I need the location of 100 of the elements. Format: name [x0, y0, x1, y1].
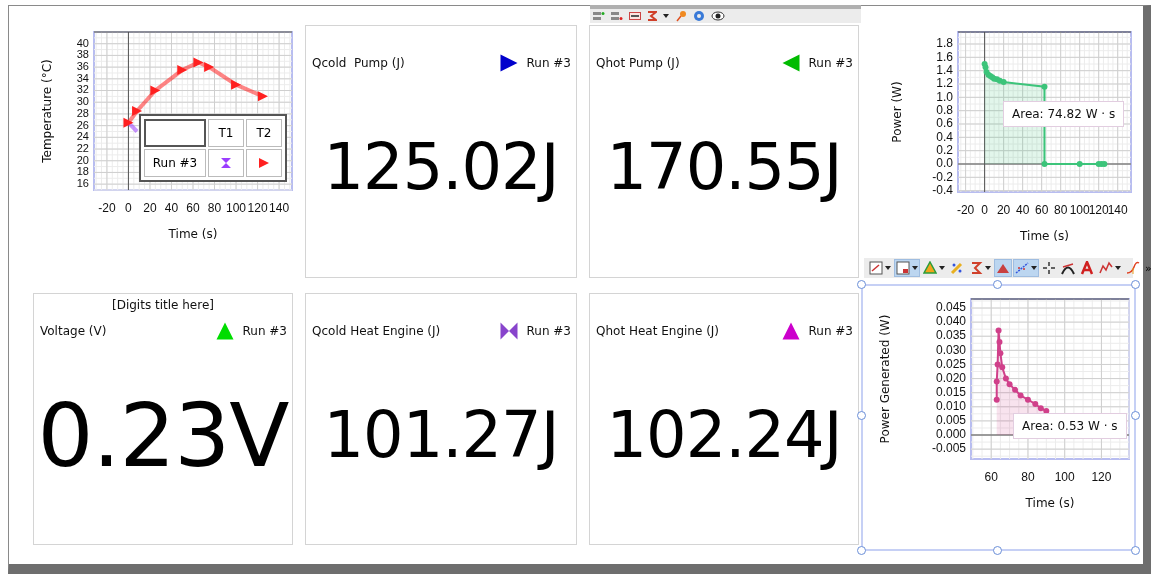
y-tick-label: 20 [76, 153, 89, 166]
legend-header-cell [144, 119, 206, 147]
y-tick-label: -0.005 [931, 441, 966, 456]
x-axis-label: Time (s) [1020, 229, 1069, 243]
y-tick-label: 0.2 [936, 142, 953, 157]
y-tick-label: 1.6 [936, 49, 953, 64]
scatter-icon [1099, 261, 1113, 275]
toolbar-button[interactable] [867, 259, 893, 277]
y-tick-label: 0.025 [935, 356, 966, 371]
caret-icon [939, 266, 945, 270]
y-tick-label: 0.010 [935, 398, 966, 413]
caret-icon [885, 266, 891, 270]
meter-icon[interactable] [593, 11, 605, 21]
overflow-button[interactable]: » [1143, 262, 1151, 274]
x-tick-label: 140 [1107, 203, 1128, 217]
pin-icon[interactable] [675, 10, 687, 22]
digits-value: 102.24J [606, 403, 842, 468]
caret-icon [663, 14, 669, 18]
x-tick-label: 100 [1054, 470, 1075, 484]
x-tick-label: 80 [1021, 470, 1035, 484]
y-tick-label: 36 [76, 60, 89, 72]
resize-handle[interactable] [1131, 280, 1140, 289]
x-tick-label: 0 [981, 203, 988, 217]
x-tick-label: -20 [98, 201, 116, 215]
toolbar-button[interactable] [1013, 259, 1039, 277]
y-tick-label: 18 [76, 165, 89, 178]
run-label: Run #3 [242, 323, 287, 340]
digits-label: Qhot Heat Engine (J) [596, 323, 720, 340]
digits-title: [Digits title here] [112, 297, 214, 314]
toolbar-button[interactable] [894, 259, 920, 277]
y-tick-label: 0.005 [935, 413, 966, 428]
legend-series-name: T2 [246, 119, 282, 147]
y-axis-label: Temperature (°C) [39, 59, 54, 163]
sigma-icon[interactable] [647, 11, 657, 21]
resize-handle[interactable] [857, 411, 866, 420]
y-tick-label: 0.4 [936, 129, 953, 144]
x-tick-label: 40 [164, 201, 179, 215]
resize-handle[interactable] [857, 280, 866, 289]
y-tick-label: 24 [76, 130, 89, 143]
resize-handle[interactable] [993, 280, 1002, 289]
toolbar-button[interactable] [921, 259, 947, 277]
pencil-icon [950, 261, 964, 275]
y-tick-label: 0.000 [935, 427, 966, 442]
run-label: Run #3 [526, 323, 571, 340]
y-tick-label: 0.015 [935, 384, 966, 399]
x-tick-label: 60 [1034, 203, 1049, 217]
resize-handle[interactable] [857, 546, 866, 555]
y-tick-label: 0.8 [936, 102, 953, 117]
y-tick-label: 16 [76, 177, 89, 190]
crosshair-icon [1042, 261, 1056, 275]
x-tick-label: 120 [247, 201, 268, 215]
run-label: Run #3 [526, 55, 571, 72]
y-tick-label: 22 [76, 141, 89, 154]
caret-icon [985, 266, 991, 270]
meter-icon[interactable] [611, 11, 623, 21]
x-tick-label: 60 [186, 201, 200, 215]
y-tick-label: 32 [76, 83, 89, 96]
x-tick-label: 20 [996, 203, 1011, 217]
fit-line-icon [1015, 261, 1029, 275]
x-axis-label: Time (s) [1025, 496, 1075, 510]
x-tick-label: 140 [269, 201, 290, 215]
area-label: Area: 74.82 W · s [1003, 101, 1125, 127]
y-tick-label: 1.8 [936, 36, 953, 51]
legend-series-name: T1 [208, 119, 244, 147]
y-tick-label: -0.2 [932, 169, 953, 184]
chart-icon [869, 261, 883, 275]
caret-icon [912, 266, 918, 270]
resize-handle[interactable] [1131, 411, 1140, 420]
x-tick-label: 80 [207, 201, 222, 215]
y-tick-label: 0.030 [935, 342, 966, 357]
x-axis-label: Time (s) [168, 227, 218, 241]
y-tick-label: 30 [76, 95, 89, 108]
curve-icon [1126, 261, 1140, 275]
y-axis-label: Power (W) [889, 81, 904, 143]
digits-value: 101.27J [323, 403, 559, 468]
settings-icon[interactable] [693, 10, 705, 22]
area-label: Area: 0.53 W · s [1013, 413, 1127, 439]
y-tick-label: 38 [76, 48, 89, 61]
caret-icon [1115, 266, 1121, 270]
x-tick-label: 40 [1015, 203, 1030, 217]
digits-value: 125.02J [323, 136, 559, 200]
eye-icon[interactable] [711, 11, 725, 21]
y-tick-label: 28 [76, 106, 89, 119]
sigma-icon [969, 261, 983, 275]
y-axis-label: Power Generated (W) [877, 314, 892, 444]
tangent-icon [1061, 261, 1075, 275]
y-tick-label: 0.035 [935, 328, 966, 343]
x-tick-label: 80 [1054, 203, 1068, 217]
legend-run-name: Run #3 [144, 149, 206, 177]
run-label: Run #3 [808, 323, 853, 340]
letter-a-icon [1080, 261, 1094, 275]
y-tick-label: -0.4 [932, 182, 953, 197]
resize-handle[interactable] [1131, 546, 1140, 555]
x-tick-label: 120 [1088, 203, 1109, 217]
x-tick-label: 100 [1069, 203, 1090, 217]
y-tick-label: 0.6 [936, 116, 953, 131]
resize-handle[interactable] [993, 546, 1002, 555]
x-tick-label: 0 [125, 201, 132, 215]
digits-icon[interactable] [629, 11, 641, 21]
x-tick-label: -20 [956, 203, 975, 217]
